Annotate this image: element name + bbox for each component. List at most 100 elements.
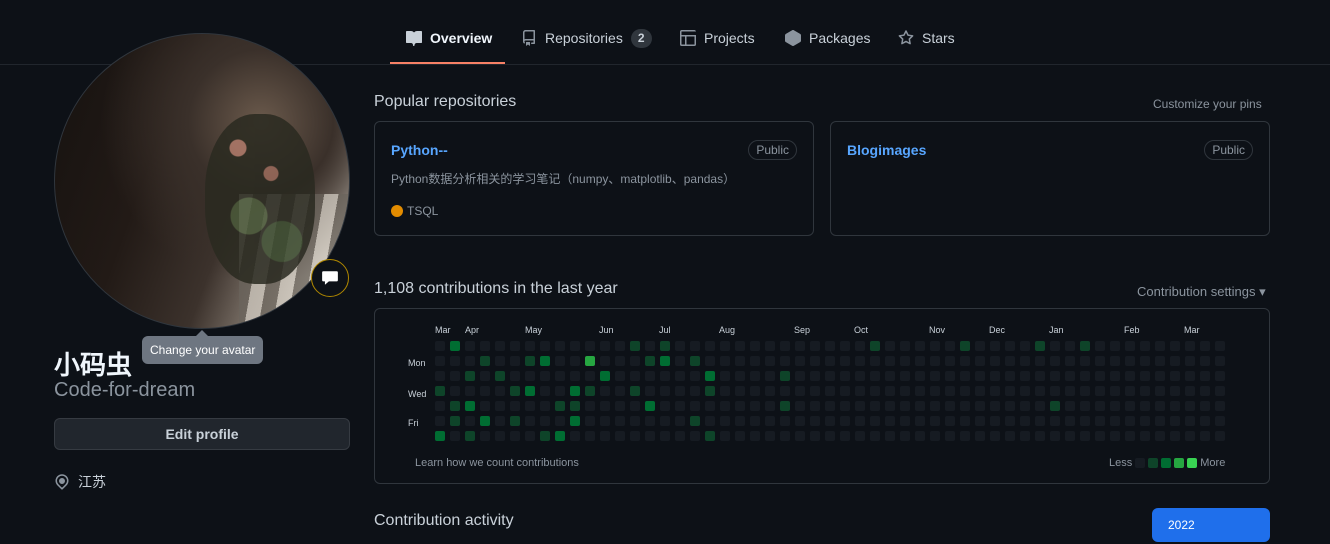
contribution-day-cell[interactable] [735, 341, 745, 351]
contribution-day-cell[interactable] [1065, 341, 1075, 351]
contribution-day-cell[interactable] [780, 431, 790, 441]
contribution-day-cell[interactable] [1095, 431, 1105, 441]
contribution-day-cell[interactable] [645, 431, 655, 441]
contribution-day-cell[interactable] [600, 371, 610, 381]
contribution-day-cell[interactable] [555, 356, 565, 366]
contribution-day-cell[interactable] [825, 416, 835, 426]
contribution-day-cell[interactable] [510, 371, 520, 381]
contribution-day-cell[interactable] [495, 401, 505, 411]
contribution-day-cell[interactable] [480, 431, 490, 441]
repo-name-link[interactable]: Python-- [391, 142, 448, 158]
contribution-day-cell[interactable] [600, 356, 610, 366]
contribution-day-cell[interactable] [930, 371, 940, 381]
contribution-day-cell[interactable] [570, 401, 580, 411]
contribution-day-cell[interactable] [1020, 341, 1030, 351]
contribution-day-cell[interactable] [1035, 431, 1045, 441]
contribution-day-cell[interactable] [870, 431, 880, 441]
contribution-day-cell[interactable] [660, 416, 670, 426]
contribution-day-cell[interactable] [495, 386, 505, 396]
contribution-day-cell[interactable] [540, 356, 550, 366]
contribution-day-cell[interactable] [720, 341, 730, 351]
contribution-day-cell[interactable] [555, 431, 565, 441]
contribution-day-cell[interactable] [600, 431, 610, 441]
contribution-day-cell[interactable] [900, 371, 910, 381]
contribution-day-cell[interactable] [990, 356, 1000, 366]
contribution-day-cell[interactable] [1170, 356, 1180, 366]
contribution-day-cell[interactable] [525, 386, 535, 396]
contribution-day-cell[interactable] [1125, 341, 1135, 351]
contribution-day-cell[interactable] [960, 341, 970, 351]
contribution-day-cell[interactable] [1215, 386, 1225, 396]
contribution-day-cell[interactable] [1155, 356, 1165, 366]
contribution-day-cell[interactable] [705, 431, 715, 441]
contribution-day-cell[interactable] [1155, 401, 1165, 411]
contribution-day-cell[interactable] [1095, 386, 1105, 396]
contribution-day-cell[interactable] [705, 416, 715, 426]
contribution-day-cell[interactable] [915, 431, 925, 441]
contribution-day-cell[interactable] [1170, 416, 1180, 426]
contribution-day-cell[interactable] [795, 371, 805, 381]
contribution-day-cell[interactable] [1080, 386, 1090, 396]
tab-repositories[interactable]: Repositories 2 [505, 24, 668, 64]
contribution-day-cell[interactable] [510, 416, 520, 426]
contribution-day-cell[interactable] [855, 416, 865, 426]
contribution-day-cell[interactable] [990, 401, 1000, 411]
contribution-day-cell[interactable] [765, 431, 775, 441]
contribution-day-cell[interactable] [840, 401, 850, 411]
contribution-day-cell[interactable] [1065, 356, 1075, 366]
contribution-day-cell[interactable] [1035, 341, 1045, 351]
contribution-day-cell[interactable] [1215, 431, 1225, 441]
contribution-day-cell[interactable] [660, 341, 670, 351]
contribution-day-cell[interactable] [630, 431, 640, 441]
contribution-day-cell[interactable] [735, 371, 745, 381]
contribution-day-cell[interactable] [1050, 386, 1060, 396]
contribution-day-cell[interactable] [1110, 401, 1120, 411]
contribution-day-cell[interactable] [885, 401, 895, 411]
contribution-day-cell[interactable] [465, 356, 475, 366]
contribution-day-cell[interactable] [645, 386, 655, 396]
contribution-day-cell[interactable] [1215, 401, 1225, 411]
contribution-day-cell[interactable] [915, 371, 925, 381]
contribution-day-cell[interactable] [525, 371, 535, 381]
contribution-day-cell[interactable] [975, 401, 985, 411]
contribution-day-cell[interactable] [990, 341, 1000, 351]
contribution-day-cell[interactable] [780, 401, 790, 411]
tab-stars[interactable]: Stars [882, 24, 971, 64]
contribution-day-cell[interactable] [780, 356, 790, 366]
contribution-day-cell[interactable] [660, 431, 670, 441]
contribution-day-cell[interactable] [600, 416, 610, 426]
contribution-day-cell[interactable] [630, 356, 640, 366]
contribution-day-cell[interactable] [1125, 371, 1135, 381]
contribution-day-cell[interactable] [465, 401, 475, 411]
contribution-day-cell[interactable] [795, 341, 805, 351]
tab-projects[interactable]: Projects [664, 24, 771, 64]
contribution-day-cell[interactable] [1035, 386, 1045, 396]
contribution-day-cell[interactable] [870, 371, 880, 381]
contribution-day-cell[interactable] [825, 371, 835, 381]
contribution-day-cell[interactable] [1170, 371, 1180, 381]
contribution-day-cell[interactable] [480, 341, 490, 351]
contribution-day-cell[interactable] [945, 356, 955, 366]
contribution-day-cell[interactable] [1185, 371, 1195, 381]
contribution-day-cell[interactable] [975, 431, 985, 441]
contribution-day-cell[interactable] [450, 401, 460, 411]
contribution-day-cell[interactable] [1215, 371, 1225, 381]
contribution-day-cell[interactable] [780, 371, 790, 381]
contribution-day-cell[interactable] [735, 386, 745, 396]
contribution-day-cell[interactable] [795, 431, 805, 441]
contribution-day-cell[interactable] [735, 416, 745, 426]
contribution-day-cell[interactable] [450, 431, 460, 441]
contribution-day-cell[interactable] [540, 401, 550, 411]
contribution-day-cell[interactable] [690, 341, 700, 351]
contribution-day-cell[interactable] [540, 431, 550, 441]
contribution-day-cell[interactable] [705, 401, 715, 411]
contribution-day-cell[interactable] [450, 416, 460, 426]
contribution-day-cell[interactable] [915, 401, 925, 411]
contribution-day-cell[interactable] [1050, 401, 1060, 411]
contribution-day-cell[interactable] [990, 371, 1000, 381]
contribution-day-cell[interactable] [705, 386, 715, 396]
contribution-day-cell[interactable] [540, 386, 550, 396]
contribution-day-cell[interactable] [1200, 386, 1210, 396]
contribution-day-cell[interactable] [840, 341, 850, 351]
contribution-day-cell[interactable] [1170, 431, 1180, 441]
